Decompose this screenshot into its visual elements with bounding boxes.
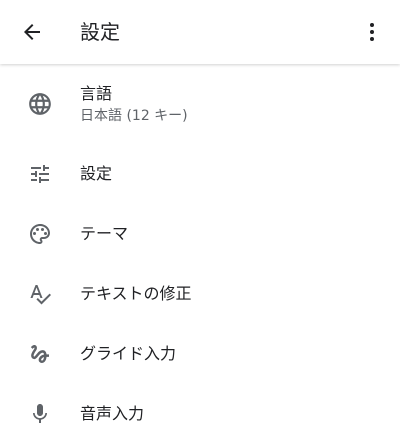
settings-screen: 設定 言語 日本語 (12 キー) 設定 テーマ テキストの修正 グライド入力 … bbox=[0, 0, 400, 448]
page-title: 設定 bbox=[80, 20, 120, 44]
spellcheck-icon bbox=[26, 280, 54, 308]
settings-item-label: 言語 bbox=[80, 84, 113, 103]
settings-item-glide-typing[interactable]: グライド入力 bbox=[0, 324, 400, 384]
top-app-bar: 設定 bbox=[0, 0, 400, 64]
settings-item-label: グライド入力 bbox=[80, 344, 177, 363]
settings-item-label: 設定 bbox=[80, 164, 113, 183]
settings-item-label: テーマ bbox=[80, 224, 129, 243]
settings-item-theme[interactable]: テーマ bbox=[0, 204, 400, 264]
tune-icon bbox=[26, 160, 54, 188]
settings-item-text-correction[interactable]: テキストの修正 bbox=[0, 264, 400, 324]
more-options-button[interactable] bbox=[356, 16, 388, 48]
globe-icon bbox=[26, 90, 54, 118]
settings-list: 言語 日本語 (12 キー) 設定 テーマ テキストの修正 グライド入力 音声入… bbox=[0, 64, 400, 444]
settings-item-languages[interactable]: 言語 日本語 (12 キー) bbox=[0, 64, 400, 144]
gesture-icon bbox=[26, 340, 54, 368]
settings-item-label: テキストの修正 bbox=[80, 284, 192, 303]
mic-icon bbox=[26, 400, 54, 428]
settings-item-label: 音声入力 bbox=[80, 404, 145, 423]
back-button[interactable] bbox=[16, 16, 48, 48]
palette-icon bbox=[26, 220, 54, 248]
more-vert-icon bbox=[360, 20, 384, 44]
settings-item-sublabel: 日本語 (12 キー) bbox=[80, 108, 188, 124]
settings-item-voice-typing[interactable]: 音声入力 bbox=[0, 384, 400, 444]
arrow-back-icon bbox=[20, 20, 44, 44]
settings-item-preferences[interactable]: 設定 bbox=[0, 144, 400, 204]
